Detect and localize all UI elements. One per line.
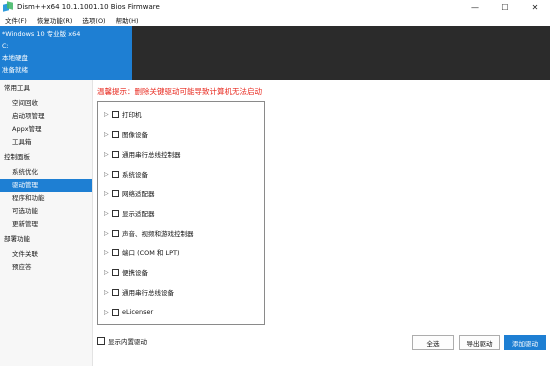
- app-logo-icon: [3, 1, 13, 12]
- sidebar-item-system-optimize[interactable]: 系统优化: [0, 166, 92, 179]
- tree-item-label: eLicenser: [122, 308, 154, 316]
- menu-restore[interactable]: 恢复功能(R): [32, 15, 78, 25]
- expand-arrow-icon[interactable]: ▷: [104, 230, 110, 237]
- sidebar-category-control-panel[interactable]: 控制面板: [0, 149, 92, 166]
- expand-arrow-icon[interactable]: ▷: [104, 131, 110, 138]
- tree-item-label: 声音、视频和游戏控制器: [122, 230, 194, 238]
- export-drivers-button[interactable]: 导出驱动: [459, 335, 500, 350]
- tree-item-checkbox[interactable]: [112, 288, 119, 296]
- menu-help[interactable]: 帮助(H): [111, 15, 144, 25]
- sidebar-item-driver-management[interactable]: 驱动管理: [0, 179, 92, 192]
- tree-item-checkbox[interactable]: [112, 130, 119, 138]
- expand-arrow-icon[interactable]: ▷: [104, 151, 110, 158]
- session-os: *Windows 10 专业版 x64: [2, 30, 81, 38]
- expand-arrow-icon[interactable]: ▷: [104, 309, 110, 316]
- sidebar-item-pre-answer[interactable]: 预应答: [0, 261, 92, 274]
- sidebar-item-space-cleanup[interactable]: 空间回收: [0, 97, 92, 110]
- tree-item-label: 打印机: [122, 111, 142, 119]
- tree-item-checkbox[interactable]: [112, 248, 119, 256]
- session-status: 准备就绪: [2, 66, 28, 74]
- tree-item-checkbox[interactable]: [112, 170, 119, 178]
- expand-arrow-icon[interactable]: ▷: [104, 190, 110, 197]
- sidebar-item-startup[interactable]: 启动项管理: [0, 110, 92, 123]
- tree-item-label: 端口 (COM 和 LPT): [122, 249, 180, 257]
- tree-item-checkbox[interactable]: [112, 229, 119, 237]
- session-disk-type: 本地硬盘: [2, 54, 28, 62]
- expand-arrow-icon[interactable]: ▷: [104, 289, 110, 296]
- tree-item-imaging[interactable]: ▷ 图像设备: [98, 128, 148, 140]
- window-controls: — ☐ ✕: [460, 0, 550, 14]
- tree-item-elicenser[interactable]: ▷ eLicenser: [98, 306, 153, 318]
- menu-file[interactable]: 文件(F): [0, 15, 32, 25]
- driver-tree: ▷ 打印机 ▷ 图像设备 ▷ 通用串行总线控制器 ▷ 系统设备 ▷ 网络适配器 …: [97, 101, 265, 325]
- sidebar-item-toolbox[interactable]: 工具箱: [0, 136, 92, 149]
- session-card[interactable]: *Windows 10 专业版 x64 C: 本地硬盘 准备就绪: [0, 26, 132, 80]
- sidebar-item-optional-features[interactable]: 可选功能: [0, 205, 92, 218]
- tree-item-label: 通用串行总线设备: [122, 289, 174, 297]
- tree-item-checkbox[interactable]: [112, 209, 119, 217]
- session-bar: *Windows 10 专业版 x64 C: 本地硬盘 准备就绪: [0, 26, 550, 80]
- tree-item-checkbox[interactable]: [112, 150, 119, 158]
- add-driver-button[interactable]: 添加驱动: [504, 335, 546, 350]
- maximize-button[interactable]: ☐: [490, 0, 520, 14]
- sidebar-item-programs[interactable]: 程序和功能: [0, 192, 92, 205]
- sidebar-category-common-tools[interactable]: 常用工具: [0, 80, 92, 97]
- expand-arrow-icon[interactable]: ▷: [104, 269, 110, 276]
- session-drive: C:: [2, 42, 9, 50]
- sidebar: 常用工具 空间回收 启动项管理 Appx管理 工具箱 控制面板 系统优化 驱动管…: [0, 80, 93, 366]
- tree-item-label: 便携设备: [122, 269, 148, 277]
- show-builtin-drivers-toggle[interactable]: 显示内置驱动: [97, 336, 147, 346]
- select-all-button[interactable]: 全选: [412, 335, 454, 350]
- tree-item-label: 网络适配器: [122, 190, 155, 198]
- tree-item-label: 显示适配器: [122, 210, 155, 218]
- expand-arrow-icon[interactable]: ▷: [104, 210, 110, 217]
- tree-item-checkbox[interactable]: [112, 268, 119, 276]
- tree-item-system-devices[interactable]: ▷ 系统设备: [98, 168, 148, 180]
- window-title: Dism++x64 10.1.1001.10 Bios Firmware: [17, 3, 160, 11]
- tree-item-network-adapters[interactable]: ▷ 网络适配器: [98, 187, 155, 199]
- menu-options[interactable]: 选项(O): [77, 15, 110, 25]
- tree-item-usb-controllers[interactable]: ▷ 通用串行总线控制器: [98, 148, 181, 160]
- close-button[interactable]: ✕: [520, 0, 550, 14]
- show-builtin-drivers-label: 显示内置驱动: [108, 338, 147, 346]
- tree-item-label: 系统设备: [122, 171, 148, 179]
- tree-item-portable-devices[interactable]: ▷ 便携设备: [98, 266, 148, 278]
- tree-item-checkbox[interactable]: [112, 308, 119, 316]
- menu-bar: 文件(F) 恢复功能(R) 选项(O) 帮助(H): [0, 14, 550, 26]
- tree-item-label: 图像设备: [122, 131, 148, 139]
- tree-item-printers[interactable]: ▷ 打印机: [98, 108, 142, 120]
- tree-item-sound-video[interactable]: ▷ 声音、视频和游戏控制器: [98, 227, 194, 239]
- title-bar: Dism++x64 10.1.1001.10 Bios Firmware — ☐…: [0, 0, 550, 14]
- minimize-button[interactable]: —: [460, 0, 490, 14]
- sidebar-item-appx[interactable]: Appx管理: [0, 123, 92, 136]
- warning-text: 温馨提示：删除关键驱动可能导致计算机无法启动: [97, 87, 262, 96]
- sidebar-item-updates[interactable]: 更新管理: [0, 218, 92, 231]
- tree-item-display-adapters[interactable]: ▷ 显示适配器: [98, 207, 155, 219]
- sidebar-category-deploy[interactable]: 部署功能: [0, 231, 92, 248]
- sidebar-item-file-association[interactable]: 文件关联: [0, 248, 92, 261]
- tree-item-checkbox[interactable]: [112, 189, 119, 197]
- tree-item-checkbox[interactable]: [112, 110, 119, 118]
- tree-item-usb-devices[interactable]: ▷ 通用串行总线设备: [98, 286, 174, 298]
- expand-arrow-icon[interactable]: ▷: [104, 171, 110, 178]
- tree-item-ports[interactable]: ▷ 端口 (COM 和 LPT): [98, 246, 180, 258]
- expand-arrow-icon[interactable]: ▷: [104, 249, 110, 256]
- show-builtin-drivers-checkbox[interactable]: [97, 337, 105, 345]
- expand-arrow-icon[interactable]: ▷: [104, 111, 110, 118]
- tree-item-label: 通用串行总线控制器: [122, 151, 181, 159]
